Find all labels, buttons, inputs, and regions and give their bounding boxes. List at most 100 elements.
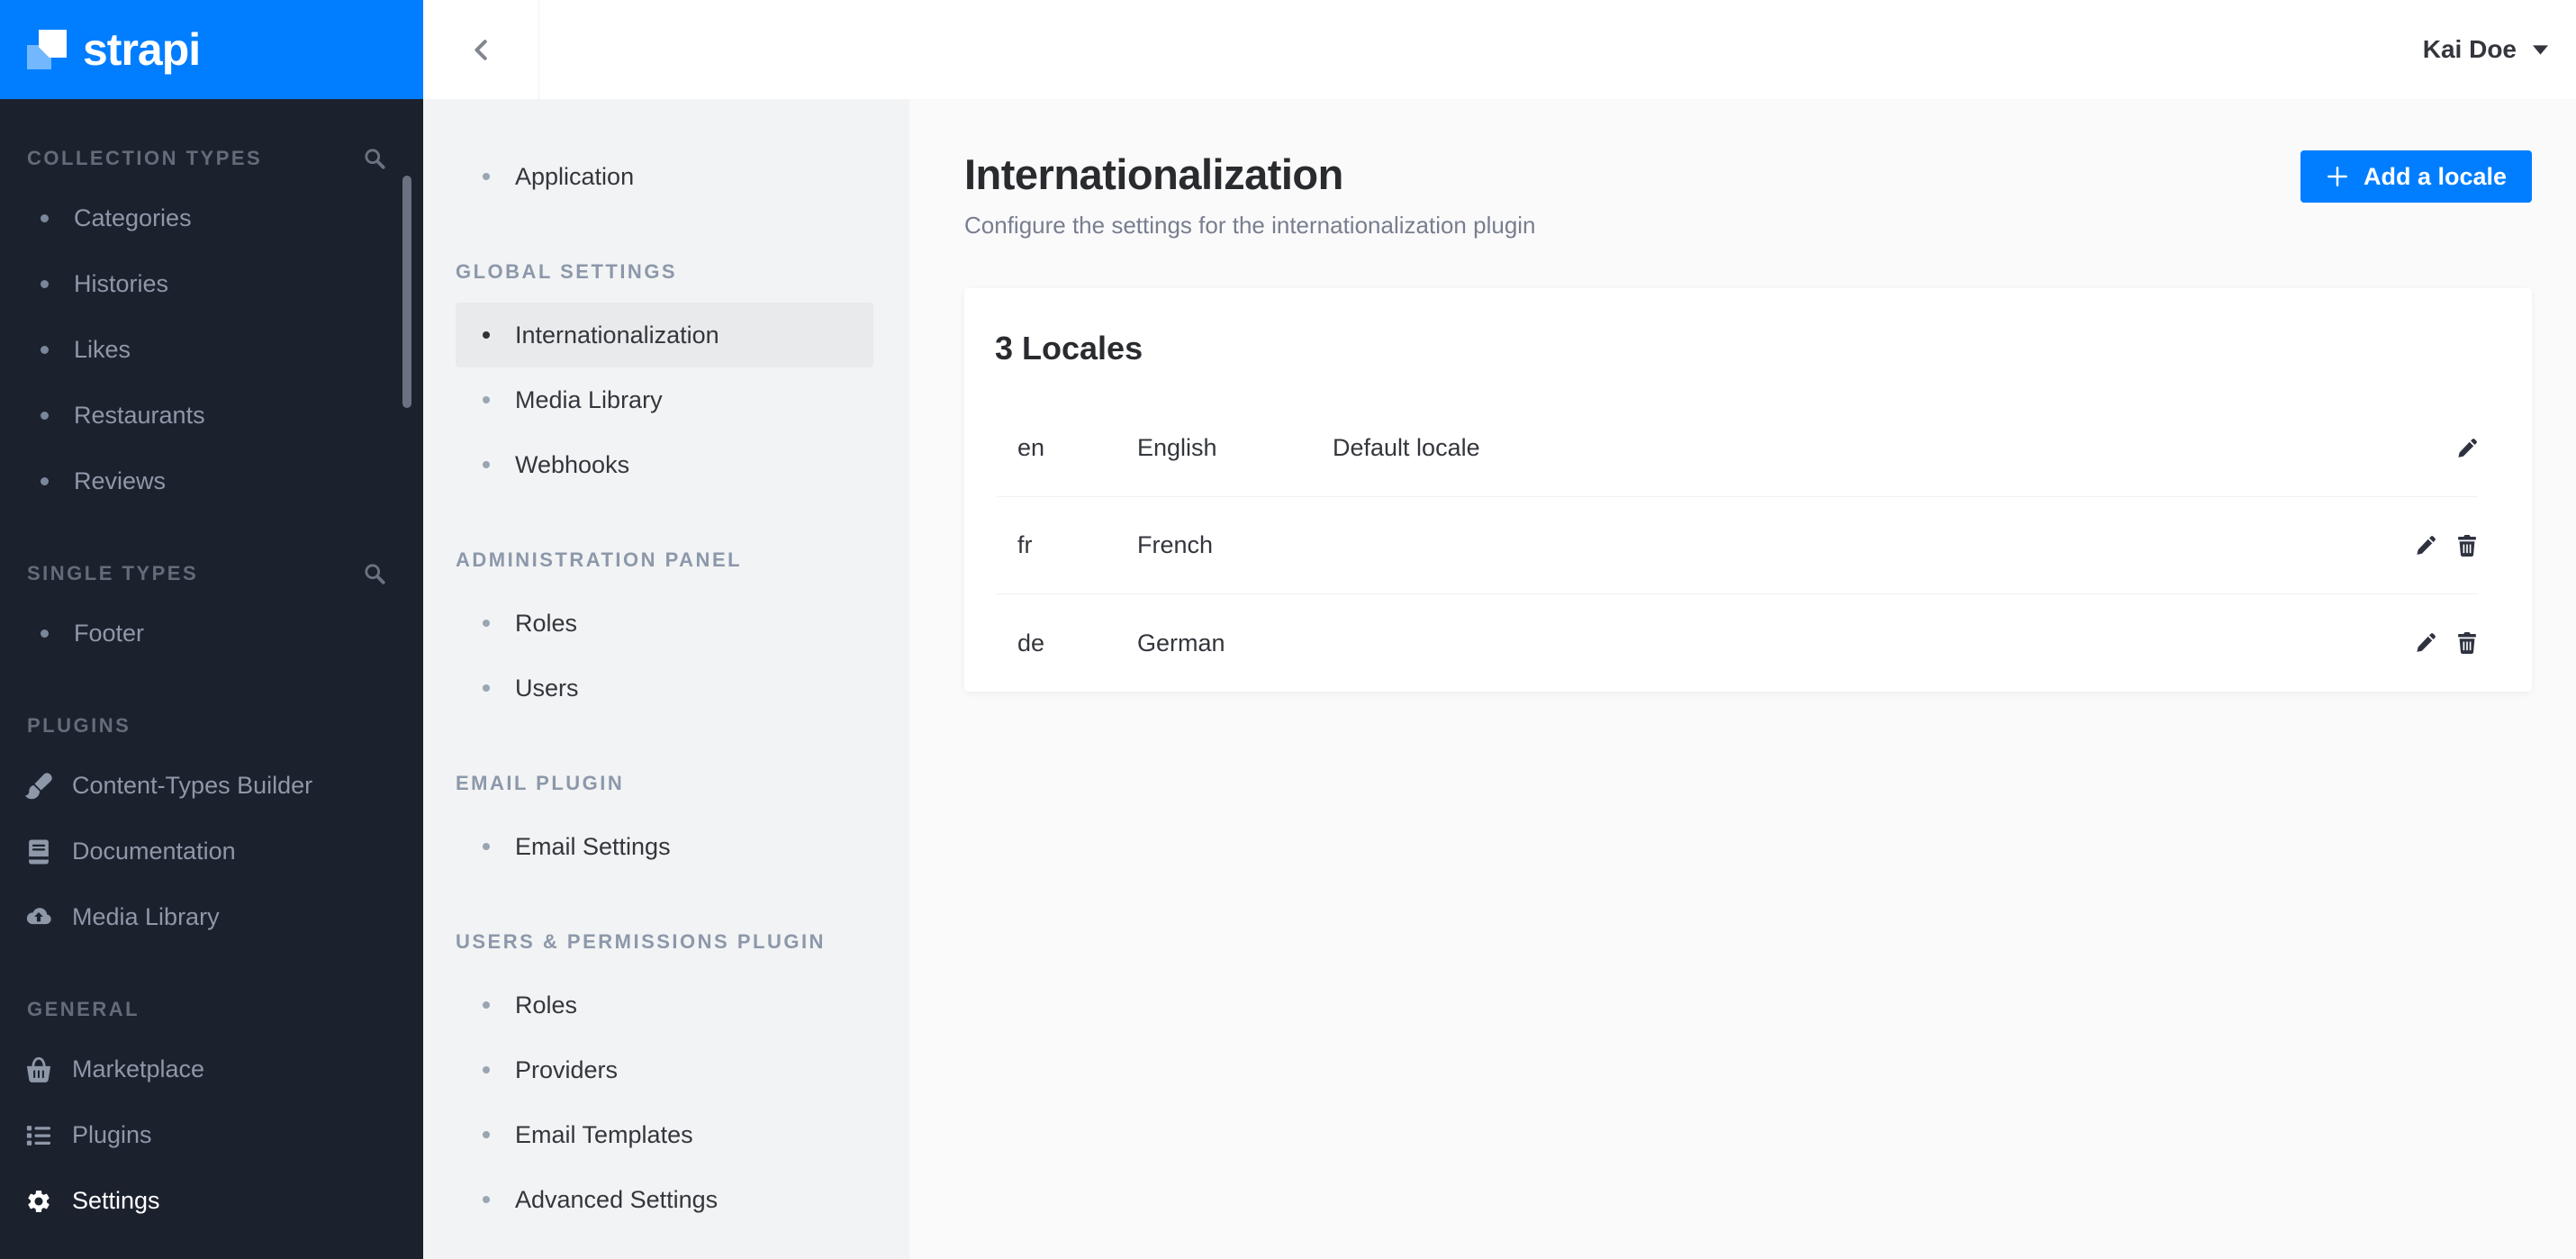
- strapi-logo[interactable]: strapi: [0, 0, 423, 99]
- main-sidebar: strapi COLLECTION TYPES Categories Histori…: [0, 0, 423, 1259]
- bullet-icon: [483, 684, 490, 692]
- settings-nav-item-label: Roles: [515, 991, 578, 1019]
- page-header: Internationalization Configure the setti…: [964, 149, 2532, 240]
- sidebar-section-header-collection-types: COLLECTION TYPES: [0, 131, 423, 186]
- main-sidebar-nav: COLLECTION TYPES Categories Histories Likes…: [0, 131, 423, 1234]
- plus-icon: [2326, 165, 2349, 188]
- settings-nav-item-roles[interactable]: Roles: [456, 973, 873, 1037]
- sidebar-item-settings[interactable]: Settings: [0, 1168, 423, 1234]
- bullet-icon: [41, 346, 49, 354]
- locale-default-tag: Default locale: [1333, 434, 1480, 461]
- settings-nav-item-advanced-settings[interactable]: Advanced Settings: [456, 1167, 873, 1232]
- locales-card-title: 3 Locales: [995, 330, 1143, 367]
- edit-locale-button[interactable]: [2456, 438, 2478, 459]
- main-content: Internationalization Configure the setti…: [909, 99, 2576, 1259]
- topbar: Kai Doe: [423, 0, 2576, 99]
- bullet-icon: [41, 214, 49, 222]
- locale-name: French: [1137, 531, 1214, 558]
- settings-nav-item-webhooks[interactable]: Webhooks: [456, 432, 873, 497]
- section-label: PLUGINS: [27, 714, 131, 737]
- sidebar-section-collection-types: COLLECTION TYPES Categories Histories Likes…: [0, 131, 423, 514]
- user-menu[interactable]: Kai Doe: [2423, 35, 2548, 64]
- settings-nav-item-email-templates[interactable]: Email Templates: [456, 1102, 873, 1167]
- settings-nav-item-label: Internationalization: [515, 321, 719, 349]
- settings-nav-item-label: Media Library: [515, 385, 663, 413]
- section-label: GENERAL: [27, 998, 140, 1020]
- sidebar-item-marketplace[interactable]: Marketplace: [0, 1037, 423, 1102]
- bullet-icon: [483, 843, 490, 850]
- sidebar-item-content-types-builder[interactable]: Content-Types Builder: [0, 753, 423, 819]
- back-button[interactable]: [423, 0, 539, 99]
- sidebar-item-documentation[interactable]: Documentation: [0, 819, 423, 884]
- pencil-icon: [2456, 438, 2478, 459]
- settings-nav-item-label: Roles: [515, 609, 578, 637]
- bullet-icon: [483, 173, 490, 180]
- sidebar-item-label: Restaurants: [74, 402, 205, 429]
- edit-locale-button[interactable]: [2415, 535, 2436, 557]
- delete-locale-button[interactable]: [2456, 534, 2478, 557]
- trash-icon: [2456, 534, 2478, 557]
- sidebar-section-general: GENERAL Marketplace Plugins Settings: [0, 983, 423, 1234]
- settings-nav-item-label: Users: [515, 674, 579, 702]
- settings-nav-item-email-settings[interactable]: Email Settings: [456, 814, 873, 879]
- locales-card: 3 Locales en English Default locale fr Frenc…: [964, 288, 2532, 692]
- sidebar-item-reviews[interactable]: Reviews: [0, 448, 423, 514]
- locales-table: en English Default locale fr French de German: [997, 400, 2478, 692]
- settings-nav-item-application[interactable]: Application: [456, 144, 873, 209]
- bullet-icon: [41, 630, 49, 638]
- delete-locale-button[interactable]: [2456, 632, 2478, 654]
- section-label: SINGLE TYPES: [27, 562, 199, 584]
- settings-nav-item-users[interactable]: Users: [456, 656, 873, 720]
- pencil-icon: [2415, 535, 2436, 557]
- sidebar-item-label: Marketplace: [72, 1055, 205, 1082]
- sidebar-item-label: Plugins: [72, 1121, 152, 1148]
- sidebar-item-label: Footer: [74, 620, 145, 647]
- settings-nav-item-label: Email Templates: [515, 1120, 693, 1148]
- bullet-icon: [483, 1196, 490, 1203]
- add-locale-button[interactable]: Add a locale: [2300, 150, 2532, 203]
- settings-nav-item-providers[interactable]: Providers: [456, 1037, 873, 1102]
- settings-group-users-permissions-plugin: USERS & PERMISSIONS PLUGIN Roles Providers…: [423, 911, 909, 1232]
- bullet-icon: [483, 396, 490, 403]
- paintbrush-icon: [25, 772, 52, 800]
- caret-down-icon: [2533, 44, 2548, 55]
- settings-nav-item-label: Email Settings: [515, 832, 671, 860]
- sidebar-item-likes[interactable]: Likes: [0, 317, 423, 383]
- locale-row-actions: [2456, 438, 2478, 459]
- sidebar-item-footer[interactable]: Footer: [0, 601, 423, 666]
- search-icon[interactable]: [364, 563, 385, 584]
- bullet-icon: [483, 620, 490, 627]
- sidebar-item-label: Media Library: [72, 903, 220, 930]
- settings-group-top: Application: [423, 144, 909, 209]
- page-subtitle: Configure the settings for the internati…: [964, 212, 1536, 239]
- settings-nav-item-media-library[interactable]: Media Library: [456, 367, 873, 432]
- section-label: COLLECTION TYPES: [27, 147, 263, 169]
- locale-code: en: [1017, 434, 1045, 461]
- user-name: Kai Doe: [2422, 35, 2517, 63]
- sidebar-item-plugins[interactable]: Plugins: [0, 1102, 423, 1168]
- bullet-icon: [483, 1001, 490, 1009]
- settings-group-global-settings: GLOBAL SETTINGS Internationalization Media…: [423, 241, 909, 497]
- list-icon: [25, 1122, 52, 1149]
- settings-nav-item-internationalization[interactable]: Internationalization: [456, 303, 873, 367]
- locale-row-de: de German: [997, 594, 2478, 692]
- sidebar-section-single-types: SINGLE TYPES Footer: [0, 547, 423, 666]
- page-title: Internationalization: [964, 150, 1343, 198]
- strapi-logo-icon: [27, 30, 67, 69]
- settings-nav-item-roles[interactable]: Roles: [456, 591, 873, 656]
- sidebar-scrollbar[interactable]: [402, 176, 411, 408]
- search-icon[interactable]: [364, 148, 385, 169]
- sidebar-item-label: Reviews: [74, 467, 167, 494]
- sidebar-item-categories[interactable]: Categories: [0, 186, 423, 251]
- edit-locale-button[interactable]: [2415, 632, 2436, 654]
- sidebar-item-restaurants[interactable]: Restaurants: [0, 383, 423, 448]
- trash-icon: [2456, 632, 2478, 654]
- cloud-upload-icon: [25, 904, 52, 931]
- book-icon: [25, 838, 52, 865]
- settings-group-header-global-settings: GLOBAL SETTINGS: [456, 260, 678, 283]
- sidebar-item-histories[interactable]: Histories: [0, 251, 423, 317]
- sidebar-item-media-library[interactable]: Media Library: [0, 884, 423, 950]
- bullet-icon: [483, 331, 490, 339]
- bullet-icon: [41, 280, 49, 288]
- bullet-icon: [41, 477, 49, 485]
